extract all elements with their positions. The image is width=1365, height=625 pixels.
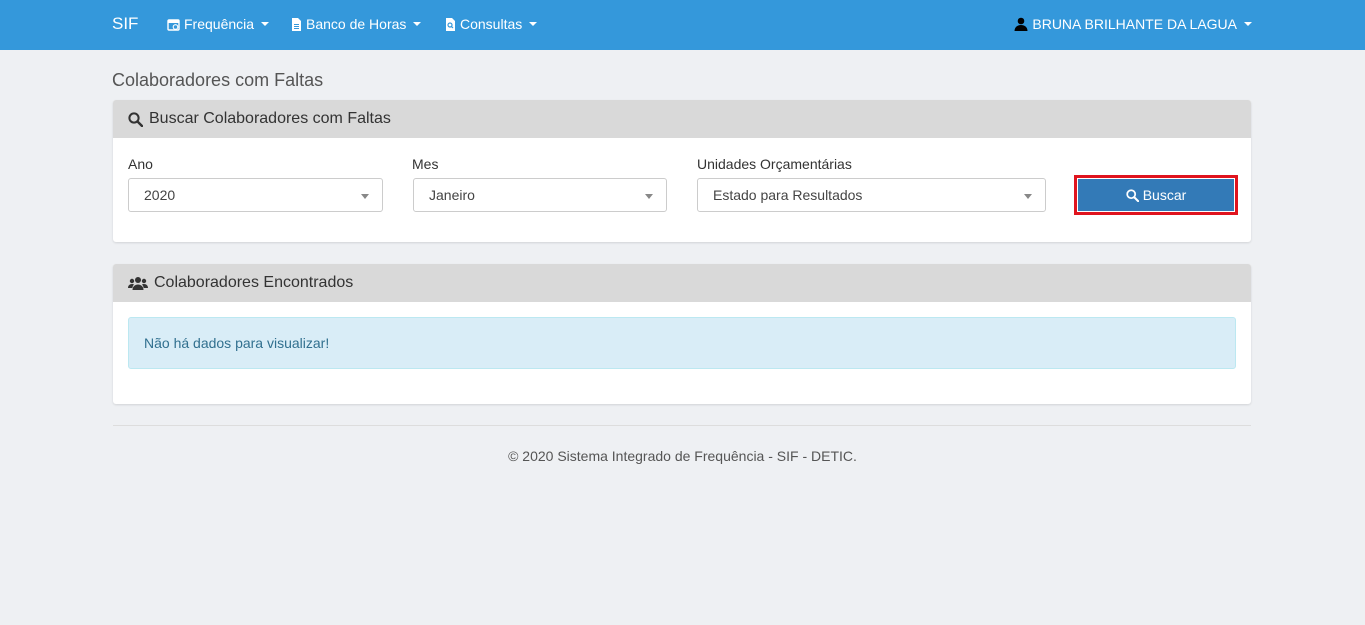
mes-label: Mes bbox=[412, 156, 439, 172]
nav-banco-de-horas-label: Banco de Horas bbox=[306, 16, 407, 32]
nav-frequencia[interactable]: Frequência bbox=[167, 16, 270, 32]
calendar-icon bbox=[167, 18, 180, 31]
ano-select-value: 2020 bbox=[144, 187, 176, 203]
search-document-icon bbox=[446, 17, 455, 31]
search-panel-title: Buscar Colaboradores com Faltas bbox=[149, 110, 391, 127]
chevron-down-icon bbox=[413, 22, 422, 26]
search-button[interactable]: Buscar bbox=[1078, 179, 1234, 211]
chevron-down-icon bbox=[529, 22, 538, 26]
chevron-down-icon bbox=[261, 22, 270, 26]
empty-results-alert: Não há dados para visualizar! bbox=[128, 317, 1236, 369]
results-panel-title: Colaboradores Encontrados bbox=[154, 274, 354, 291]
search-button-label: Buscar bbox=[1142, 187, 1187, 203]
footer-divider bbox=[113, 425, 1251, 426]
page-title: Colaboradores com Faltas bbox=[112, 70, 324, 90]
dropdown-arrow-icon bbox=[361, 194, 369, 199]
unidades-select-value: Estado para Resultados bbox=[713, 187, 863, 203]
nav-consultas-label: Consultas bbox=[460, 16, 523, 32]
nav-frequencia-label: Frequência bbox=[184, 16, 255, 32]
search-icon bbox=[128, 111, 143, 127]
results-panel-heading: Colaboradores Encontrados bbox=[113, 264, 1251, 302]
search-icon bbox=[1126, 188, 1139, 202]
dropdown-arrow-icon bbox=[645, 194, 653, 199]
mes-select[interactable]: Janeiro bbox=[413, 178, 667, 212]
user-name: BRUNA BRILHANTE DA LAGUA bbox=[1032, 16, 1237, 32]
results-panel: Colaboradores Encontrados Não há dados p… bbox=[113, 264, 1251, 404]
user-icon bbox=[1014, 17, 1028, 31]
ano-select[interactable]: 2020 bbox=[128, 178, 383, 212]
unidades-select[interactable]: Estado para Resultados bbox=[697, 178, 1046, 212]
search-panel-heading: Buscar Colaboradores com Faltas bbox=[113, 100, 1251, 138]
users-icon bbox=[128, 277, 148, 290]
user-menu[interactable]: BRUNA BRILHANTE DA LAGUA bbox=[1014, 16, 1252, 32]
mes-select-value: Janeiro bbox=[429, 187, 475, 203]
search-panel: Buscar Colaboradores com Faltas Ano 2020… bbox=[113, 100, 1251, 242]
footer-text: © 2020 Sistema Integrado de Frequência -… bbox=[508, 448, 857, 464]
document-icon bbox=[292, 17, 301, 31]
nav-banco-de-horas[interactable]: Banco de Horas bbox=[291, 16, 422, 32]
ano-label: Ano bbox=[128, 156, 153, 172]
search-button-highlight: Buscar bbox=[1074, 175, 1238, 215]
brand-logo[interactable]: SIF bbox=[112, 14, 138, 34]
dropdown-arrow-icon bbox=[1024, 194, 1032, 199]
chevron-down-icon bbox=[1244, 22, 1252, 26]
unidades-label: Unidades Orçamentárias bbox=[697, 156, 852, 172]
nav-consultas[interactable]: Consultas bbox=[445, 16, 538, 32]
top-navbar: SIF Frequência Banco de Horas Consultas … bbox=[0, 0, 1365, 50]
